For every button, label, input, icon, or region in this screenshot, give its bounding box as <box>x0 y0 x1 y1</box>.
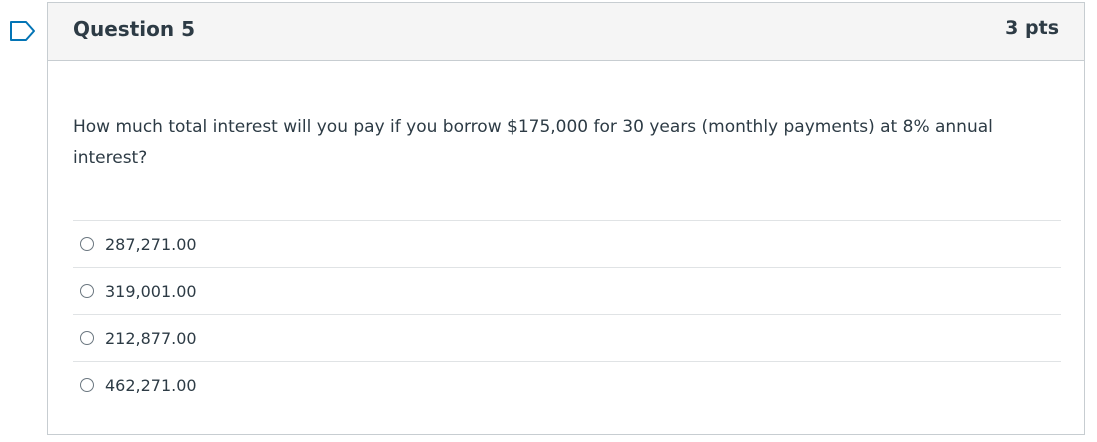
radio-button-icon[interactable] <box>80 284 94 298</box>
answer-option-4[interactable]: 462,271.00 <box>73 361 1061 408</box>
answer-label: 319,001.00 <box>105 281 197 301</box>
question-header: Question 5 3 pts <box>48 3 1084 61</box>
answer-option-1[interactable]: 287,271.00 <box>73 220 1061 267</box>
answer-option-2[interactable]: 319,001.00 <box>73 267 1061 314</box>
answer-label: 212,877.00 <box>105 328 197 348</box>
radio-button-icon[interactable] <box>80 378 94 392</box>
answer-label: 462,271.00 <box>105 375 197 395</box>
radio-button-icon[interactable] <box>80 331 94 345</box>
answer-label: 287,271.00 <box>105 234 197 254</box>
question-title: Question 5 <box>73 17 195 41</box>
answer-option-3[interactable]: 212,877.00 <box>73 314 1061 361</box>
answer-list: 287,271.00 319,001.00 212,877.00 462,271… <box>73 220 1061 408</box>
flag-question-icon[interactable] <box>9 20 37 42</box>
question-text: How much total interest will you pay if … <box>73 117 993 168</box>
question-card: Question 5 3 pts How much total interest… <box>47 2 1085 435</box>
radio-button-icon[interactable] <box>80 237 94 251</box>
question-points: 3 pts <box>1005 17 1059 39</box>
